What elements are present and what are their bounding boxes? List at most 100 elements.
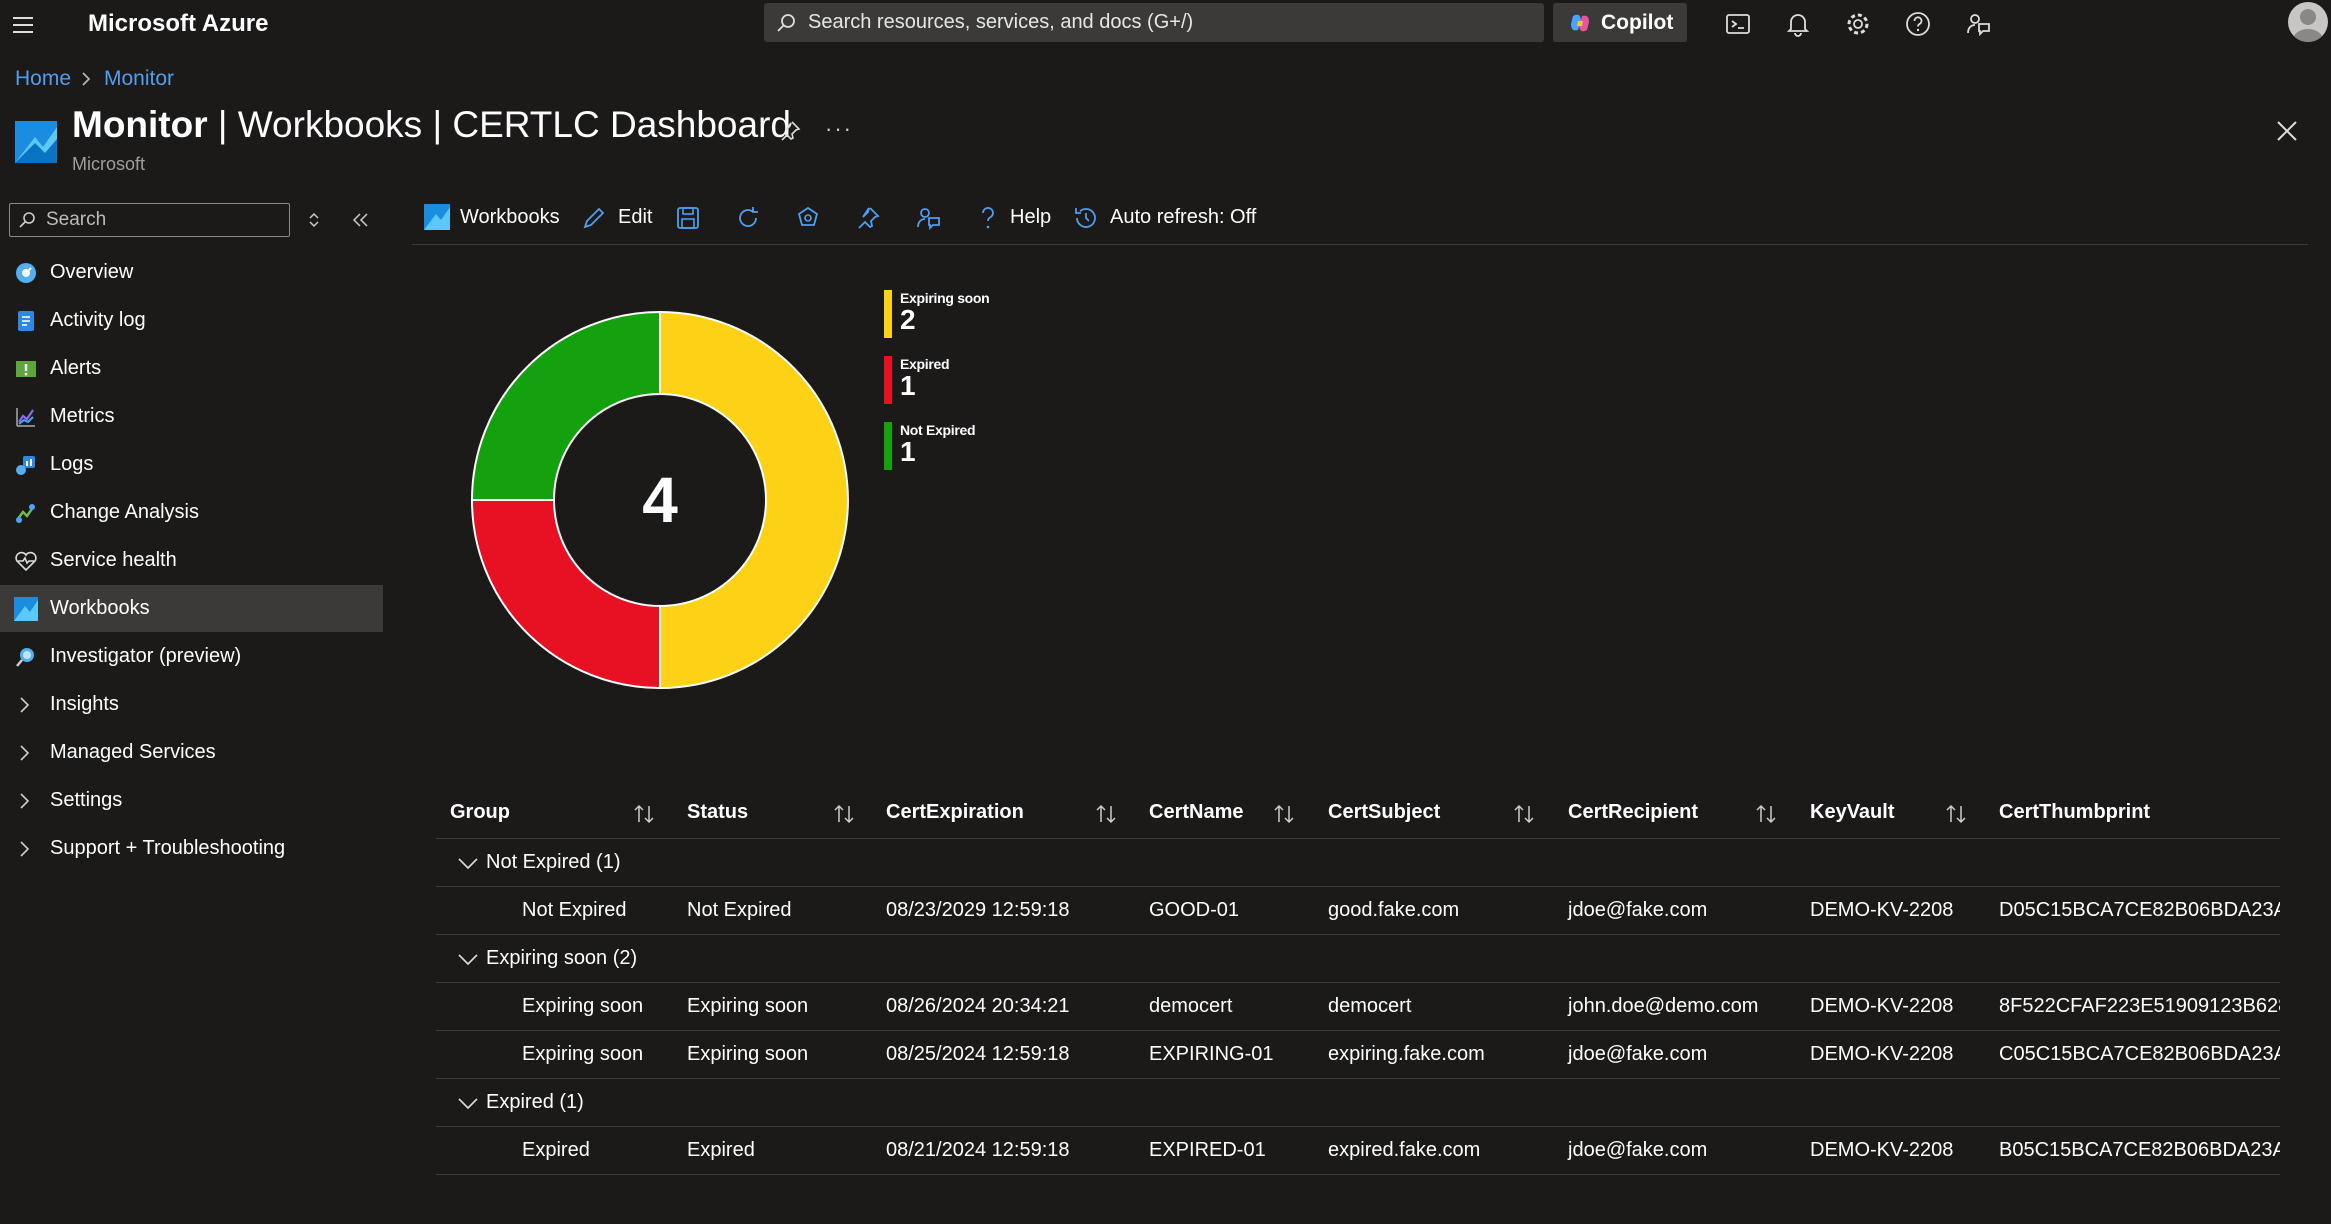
refresh-icon[interactable] xyxy=(734,204,762,232)
sidebar-item-label: Settings xyxy=(50,789,123,811)
group-label: Expiring soon (2) xyxy=(486,947,638,969)
column-header-group[interactable]: Group xyxy=(450,801,510,824)
feedback-icon[interactable] xyxy=(914,204,942,232)
table-row[interactable]: Expiring soon Expiring soon 08/26/2024 2… xyxy=(436,983,2280,1031)
cell-cert-name: democert xyxy=(1149,995,1233,1017)
page-subtitle: Microsoft xyxy=(72,154,146,174)
sidebar-item-change-analysis[interactable]: Change Analysis xyxy=(0,489,383,536)
column-header-cert-name[interactable]: CertName xyxy=(1149,801,1243,824)
legend-item-not-expired[interactable]: Not Expired 1 xyxy=(884,422,1084,478)
pin-icon[interactable] xyxy=(854,204,882,232)
cloud-shell-icon[interactable] xyxy=(1724,10,1752,38)
avatar[interactable] xyxy=(2288,2,2328,42)
breadcrumb-home[interactable]: Home xyxy=(15,67,71,91)
sidebar-item-workbooks[interactable]: Workbooks xyxy=(0,585,383,632)
table-row[interactable]: Not Expired Not Expired 08/23/2029 12:59… xyxy=(436,887,2280,935)
legend-item-expiring-soon[interactable]: Expiring soon 2 xyxy=(884,290,1084,346)
donut-slice-not-expired[interactable] xyxy=(470,310,661,501)
cell-cert-subject: expiring.fake.com xyxy=(1328,1043,1485,1065)
sidebar-item-insights[interactable]: Insights xyxy=(0,681,383,728)
sidebar-item-logs[interactable]: Logs xyxy=(0,441,383,488)
sidebar-item-label: Metrics xyxy=(50,405,115,427)
sidebar-item-label: Workbooks xyxy=(50,597,150,619)
activity-log-icon xyxy=(14,309,38,333)
global-search-input[interactable]: Search resources, services, and docs (G+… xyxy=(764,3,1544,42)
copilot-button[interactable]: Copilot xyxy=(1553,3,1687,42)
pin-icon[interactable] xyxy=(778,119,802,143)
help-icon[interactable] xyxy=(1904,10,1932,38)
sidebar-item-activity-log[interactable]: Activity log xyxy=(0,297,383,344)
chevron-right-icon xyxy=(80,69,92,89)
legend-value: 2 xyxy=(900,304,916,335)
legend-item-expired[interactable]: Expired 1 xyxy=(884,356,1084,412)
chevron-right-icon xyxy=(18,695,32,715)
help-icon[interactable] xyxy=(974,204,1002,232)
cell-cert-name: GOOD-01 xyxy=(1149,899,1240,921)
column-header-cert-thumbprint[interactable]: CertThumbprint xyxy=(1999,801,2150,824)
cell-cert-recipient: jdoe@fake.com xyxy=(1568,899,1708,921)
sidebar-item-overview[interactable]: Overview xyxy=(0,249,383,296)
sort-updown-icon[interactable] xyxy=(306,208,322,232)
group-row-expiring-soon[interactable]: Expiring soon (2) xyxy=(436,935,2280,983)
column-header-key-vault[interactable]: KeyVault xyxy=(1810,801,1894,824)
sidebar-item-investigator[interactable]: Investigator (preview) xyxy=(0,633,383,680)
sidebar-item-managed-services[interactable]: Managed Services xyxy=(0,729,383,776)
column-header-cert-subject[interactable]: CertSubject xyxy=(1328,801,1440,824)
donut-slice-expired[interactable] xyxy=(470,499,661,690)
customize-icon[interactable] xyxy=(794,204,822,232)
table-row[interactable]: Expired Expired 08/21/2024 12:59:18 EXPI… xyxy=(436,1127,2280,1175)
sort-icon[interactable] xyxy=(1944,802,1968,826)
sort-icon[interactable] xyxy=(1094,802,1118,826)
sidebar-search-input[interactable]: Search xyxy=(9,203,290,237)
chevron-right-icon xyxy=(18,791,32,811)
auto-refresh-button[interactable]: Auto refresh: Off xyxy=(1110,206,1256,229)
cell-group: Expired xyxy=(522,1139,590,1161)
more-options-button[interactable]: ··· xyxy=(825,116,853,142)
feedback-icon[interactable] xyxy=(1964,10,1992,38)
edit-icon[interactable] xyxy=(580,204,608,232)
group-row-expired[interactable]: Expired (1) xyxy=(436,1079,2280,1127)
column-header-cert-expiration[interactable]: CertExpiration xyxy=(886,801,1024,824)
chevron-down-icon[interactable] xyxy=(456,1091,480,1115)
alerts-icon xyxy=(14,357,38,381)
gear-icon[interactable] xyxy=(1844,10,1872,38)
legend-swatch xyxy=(884,422,892,470)
overview-icon xyxy=(14,261,38,285)
brand-name[interactable]: Microsoft Azure xyxy=(88,10,268,38)
help-button[interactable]: Help xyxy=(1010,206,1051,229)
history-icon[interactable] xyxy=(1072,204,1100,232)
hamburger-menu-icon[interactable] xyxy=(12,14,34,36)
column-header-cert-recipient[interactable]: CertRecipient xyxy=(1568,801,1698,824)
sidebar-item-alerts[interactable]: Alerts xyxy=(0,345,383,392)
cell-key-vault: DEMO-KV-2208 xyxy=(1810,1139,1954,1161)
donut-slice-expiring-soon[interactable] xyxy=(659,310,849,690)
sidebar-item-settings[interactable]: Settings xyxy=(0,777,383,824)
bell-icon[interactable] xyxy=(1784,10,1812,38)
collapse-sidebar-icon[interactable] xyxy=(350,208,370,232)
sidebar-item-service-health[interactable]: Service health xyxy=(0,537,383,584)
sort-icon[interactable] xyxy=(1512,802,1536,826)
sidebar-item-support-troubleshooting[interactable]: Support + Troubleshooting xyxy=(0,825,383,872)
breadcrumb-monitor[interactable]: Monitor xyxy=(104,67,174,91)
sidebar-item-label: Support + Troubleshooting xyxy=(50,837,286,859)
sort-icon[interactable] xyxy=(832,802,856,826)
chevron-down-icon[interactable] xyxy=(456,947,480,971)
table-row[interactable]: Expiring soon Expiring soon 08/25/2024 1… xyxy=(436,1031,2280,1079)
edit-button[interactable]: Edit xyxy=(618,206,652,229)
chevron-right-icon xyxy=(18,839,32,859)
sidebar-item-metrics[interactable]: Metrics xyxy=(0,393,383,440)
group-row-not-expired[interactable]: Not Expired (1) xyxy=(436,839,2280,887)
workbooks-button[interactable]: Workbooks xyxy=(460,206,560,229)
sort-icon[interactable] xyxy=(1272,802,1296,826)
save-icon[interactable] xyxy=(674,204,702,232)
close-icon[interactable] xyxy=(2274,118,2300,144)
column-header-status[interactable]: Status xyxy=(687,801,748,824)
page-title-rest: | Workbooks | CERTLC Dashboard xyxy=(207,104,791,145)
chevron-down-icon[interactable] xyxy=(456,851,480,875)
legend-value: 1 xyxy=(900,370,916,401)
workbooks-icon[interactable] xyxy=(424,204,452,232)
sort-icon[interactable] xyxy=(1754,802,1778,826)
group-label: Not Expired (1) xyxy=(486,851,621,873)
sort-icon[interactable] xyxy=(632,802,656,826)
cell-key-vault: DEMO-KV-2208 xyxy=(1810,899,1954,921)
